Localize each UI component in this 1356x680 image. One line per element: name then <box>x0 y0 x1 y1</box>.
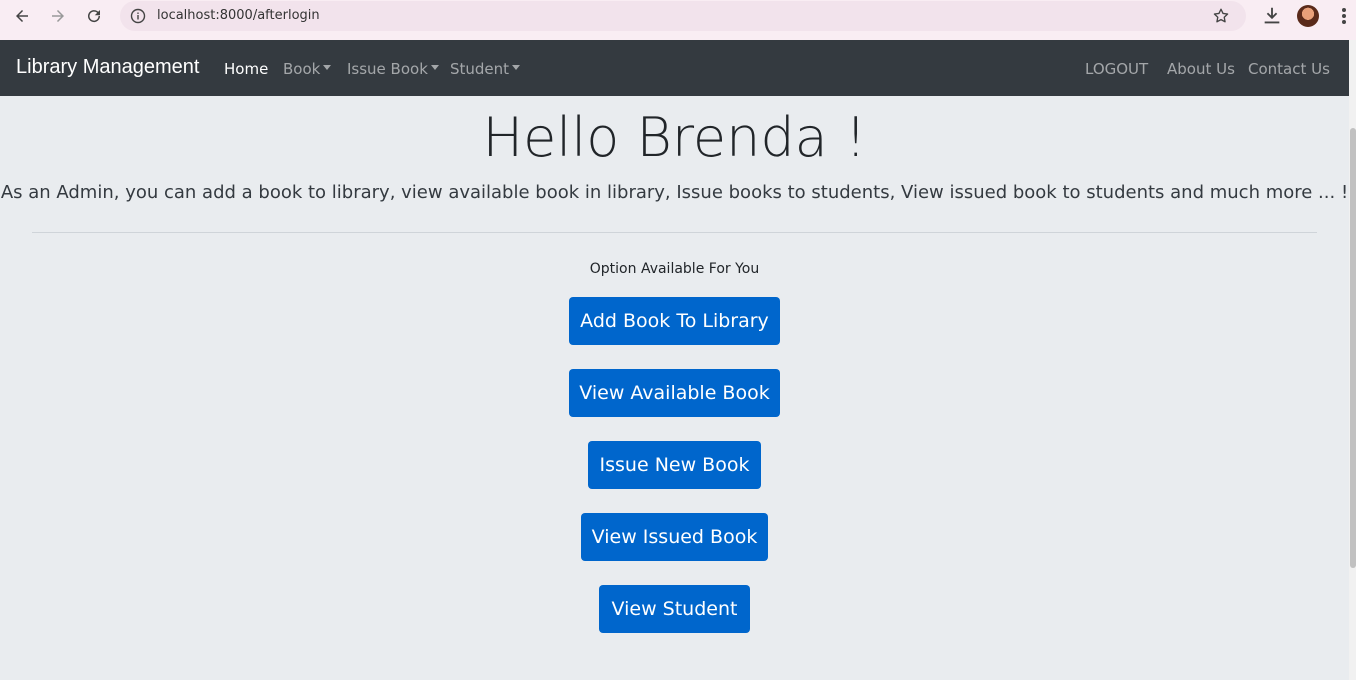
nav-issue-book-dropdown[interactable]: Issue Book <box>347 60 439 78</box>
caret-down-icon <box>323 65 332 70</box>
nav-logout[interactable]: LOGOUT <box>1085 60 1148 78</box>
add-book-button[interactable]: Add Book To Library <box>569 297 780 345</box>
view-available-book-button[interactable]: View Available Book <box>569 369 780 417</box>
nav-about[interactable]: About Us <box>1167 60 1235 78</box>
forward-icon[interactable] <box>44 4 72 28</box>
view-issued-book-button[interactable]: View Issued Book <box>581 513 768 561</box>
browser-toolbar: localhost:8000/afterlogin <box>0 0 1356 40</box>
view-student-button[interactable]: View Student <box>599 585 750 633</box>
options-label: Option Available For You <box>589 261 760 277</box>
scrollbar-thumb[interactable] <box>1350 128 1356 568</box>
nav-student-label: Student <box>450 60 510 78</box>
nav-issue-book-label: Issue Book <box>347 60 428 78</box>
page-scrollbar[interactable] <box>1349 40 1356 680</box>
nav-student-dropdown[interactable]: Student <box>450 60 521 78</box>
caret-down-icon <box>430 65 439 70</box>
nav-book-dropdown[interactable]: Book <box>283 60 332 78</box>
greeting-heading: Hello Brenda ! <box>482 106 867 169</box>
url-text: localhost:8000/afterlogin <box>157 8 320 23</box>
info-icon[interactable] <box>130 8 146 24</box>
issue-new-book-button[interactable]: Issue New Book <box>588 441 761 489</box>
nav-home[interactable]: Home <box>224 60 268 78</box>
lead-text: As an Admin, you can add a book to libra… <box>0 182 1349 203</box>
download-icon[interactable] <box>1261 5 1283 27</box>
address-bar[interactable]: localhost:8000/afterlogin <box>120 1 1246 31</box>
profile-avatar[interactable] <box>1297 5 1319 27</box>
nav-contact[interactable]: Contact Us <box>1248 60 1330 78</box>
caret-down-icon <box>512 65 521 70</box>
reload-icon[interactable] <box>80 4 108 28</box>
divider <box>32 232 1317 233</box>
bookmark-star-icon[interactable] <box>1212 7 1230 25</box>
brand-link[interactable]: Library Management <box>16 56 199 79</box>
nav-book-label: Book <box>283 60 321 78</box>
navbar: Library Management Home Book Issue Book … <box>0 40 1349 96</box>
back-icon[interactable] <box>8 4 36 28</box>
more-menu-icon[interactable] <box>1334 5 1354 27</box>
